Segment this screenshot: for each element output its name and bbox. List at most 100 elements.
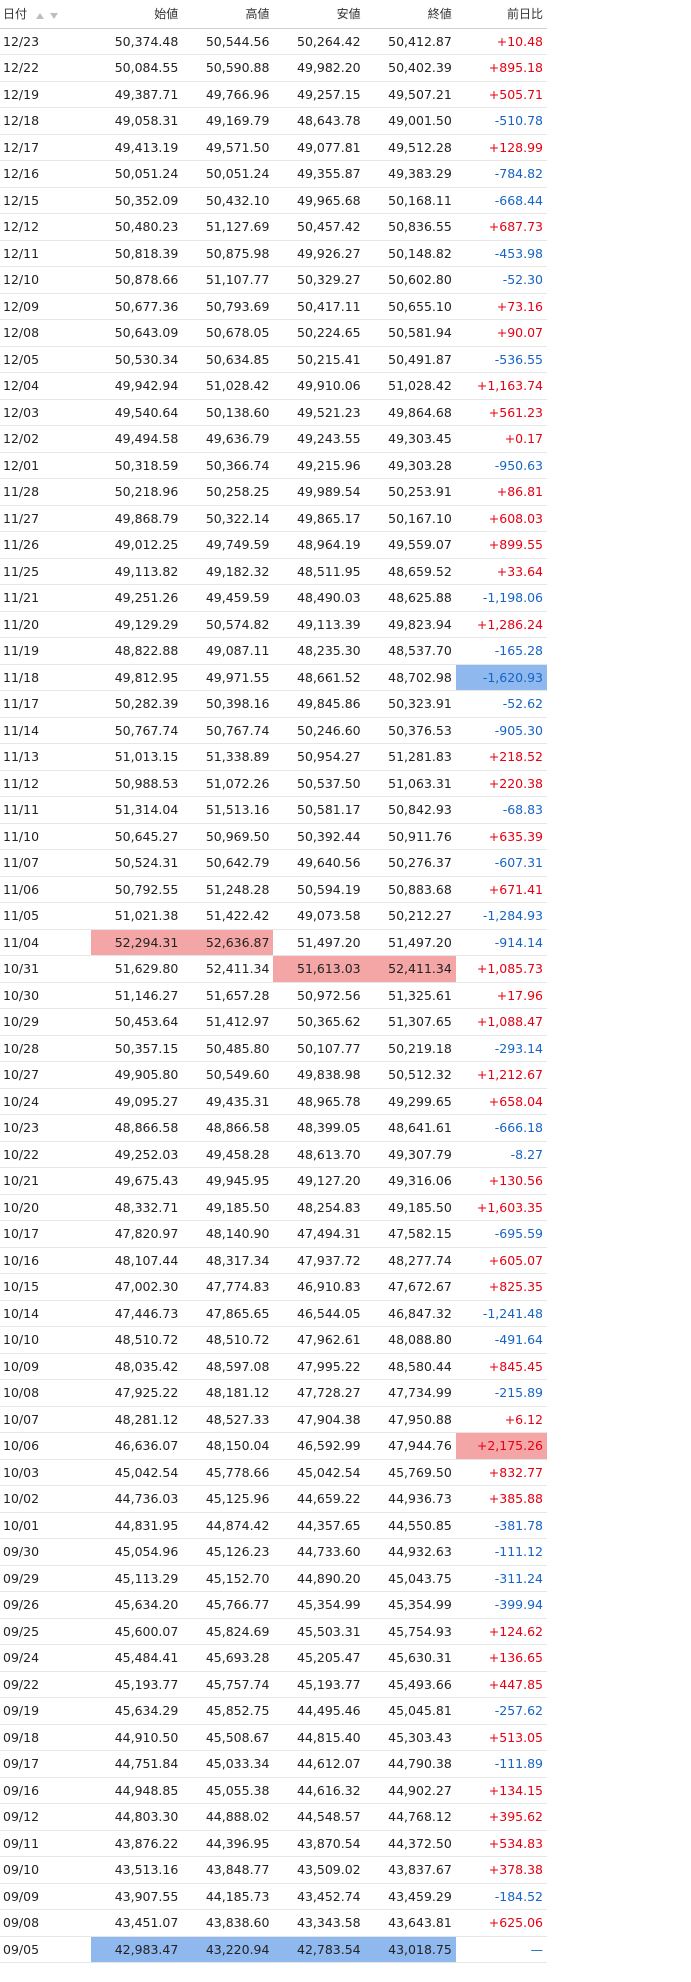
table-row: 10/03 45,042.54 45,778.66 45,042.54 45,769.5… bbox=[0, 1459, 547, 1486]
close-cell: 50,491.87 bbox=[364, 346, 456, 373]
table-row: 11/04 52,294.31 52,636.87 51,497.20 51,497.2… bbox=[0, 929, 547, 956]
high-cell: 50,590.88 bbox=[182, 54, 274, 82]
change-cell: -399.94 bbox=[455, 1591, 547, 1619]
low-cell: 50,264.42 bbox=[273, 28, 365, 55]
change-cell: -257.62 bbox=[455, 1697, 547, 1725]
open-cell: 50,818.39 bbox=[91, 240, 183, 267]
change-cell: +1,603.35 bbox=[455, 1194, 547, 1221]
low-cell: 49,077.81 bbox=[273, 134, 365, 161]
close-cell: 44,936.73 bbox=[364, 1485, 456, 1513]
close-cell: 51,063.31 bbox=[364, 770, 456, 797]
close-cell: 49,512.28 bbox=[364, 134, 456, 161]
change-column-header: 前日比 bbox=[455, 0, 547, 29]
date-cell: 10/10 bbox=[0, 1326, 92, 1354]
table-row: 09/09 43,907.55 44,185.73 43,452.74 43,459.2… bbox=[0, 1883, 547, 1910]
date-cell: 12/05 bbox=[0, 346, 92, 373]
change-cell: +635.39 bbox=[455, 823, 547, 850]
sort-ascending-icon[interactable] bbox=[35, 12, 44, 19]
change-cell: +505.71 bbox=[455, 81, 547, 108]
low-cell: 43,870.54 bbox=[273, 1830, 365, 1857]
date-cell: 12/15 bbox=[0, 187, 92, 214]
open-cell: 50,084.55 bbox=[91, 54, 183, 82]
low-cell: 49,926.27 bbox=[273, 240, 365, 267]
table-row: 11/27 49,868.79 50,322.14 49,865.17 50,167.1… bbox=[0, 505, 547, 532]
high-cell: 49,766.96 bbox=[182, 81, 274, 108]
date-cell: 11/26 bbox=[0, 531, 92, 559]
open-cell: 49,129.29 bbox=[91, 611, 183, 638]
open-cell: 50,480.23 bbox=[91, 213, 183, 241]
table-row: 11/12 50,988.53 51,072.26 50,537.50 51,063.3… bbox=[0, 770, 547, 797]
date-cell: 11/19 bbox=[0, 637, 92, 665]
table-row: 09/17 44,751.84 45,033.34 44,612.07 44,790.3… bbox=[0, 1750, 547, 1778]
sort-toggle[interactable] bbox=[34, 8, 58, 22]
close-cell: 49,307.79 bbox=[364, 1141, 456, 1168]
open-cell: 50,530.34 bbox=[91, 346, 183, 373]
table-row: 10/30 51,146.27 51,657.28 50,972.56 51,325.6… bbox=[0, 982, 547, 1009]
table-row: 09/25 45,600.07 45,824.69 45,503.31 45,754.9… bbox=[0, 1618, 547, 1645]
date-cell: 10/15 bbox=[0, 1273, 92, 1301]
high-cell: 43,848.77 bbox=[182, 1856, 274, 1884]
high-cell: 45,152.70 bbox=[182, 1565, 274, 1592]
change-cell: +658.04 bbox=[455, 1088, 547, 1115]
high-cell: 49,435.31 bbox=[182, 1088, 274, 1115]
sort-descending-icon[interactable] bbox=[49, 12, 58, 19]
table-row: 12/17 49,413.19 49,571.50 49,077.81 49,512.2… bbox=[0, 134, 547, 161]
high-cell: 49,459.59 bbox=[182, 584, 274, 612]
high-cell: 50,432.10 bbox=[182, 187, 274, 214]
close-cell: 50,148.82 bbox=[364, 240, 456, 267]
date-cell: 12/01 bbox=[0, 452, 92, 479]
open-cell: 50,524.31 bbox=[91, 849, 183, 877]
change-cell: +90.07 bbox=[455, 319, 547, 347]
high-cell: 44,185.73 bbox=[182, 1883, 274, 1910]
low-cell: 45,193.77 bbox=[273, 1671, 365, 1698]
date-cell: 10/06 bbox=[0, 1432, 92, 1460]
low-cell: 50,392.44 bbox=[273, 823, 365, 850]
date-cell: 12/12 bbox=[0, 213, 92, 241]
open-cell: 49,942.94 bbox=[91, 372, 183, 400]
change-cell: -914.14 bbox=[455, 929, 547, 956]
table-row: 09/24 45,484.41 45,693.28 45,205.47 45,630.3… bbox=[0, 1644, 547, 1672]
date-column-header[interactable]: 日付 bbox=[0, 0, 92, 29]
date-cell: 10/09 bbox=[0, 1353, 92, 1380]
close-cell: 48,641.61 bbox=[364, 1114, 456, 1142]
change-cell: +625.06 bbox=[455, 1909, 547, 1937]
change-cell: +899.55 bbox=[455, 531, 547, 559]
table-row: 10/17 47,820.97 48,140.90 47,494.31 47,582.1… bbox=[0, 1220, 547, 1248]
high-cell: 50,634.85 bbox=[182, 346, 274, 373]
low-cell: 45,354.99 bbox=[273, 1591, 365, 1619]
low-cell: 44,548.57 bbox=[273, 1803, 365, 1831]
date-cell: 09/12 bbox=[0, 1803, 92, 1831]
date-cell: 10/20 bbox=[0, 1194, 92, 1221]
low-cell: 50,329.27 bbox=[273, 266, 365, 294]
date-cell: 09/05 bbox=[0, 1936, 92, 1963]
open-cell: 45,484.41 bbox=[91, 1644, 183, 1672]
table-row: 12/19 49,387.71 49,766.96 49,257.15 49,507.2… bbox=[0, 81, 547, 108]
close-cell: 50,911.76 bbox=[364, 823, 456, 850]
close-cell: 45,630.31 bbox=[364, 1644, 456, 1672]
high-cell: 43,220.94 bbox=[182, 1936, 274, 1963]
close-cell: 50,168.11 bbox=[364, 187, 456, 214]
close-cell: 50,167.10 bbox=[364, 505, 456, 532]
open-cell: 50,988.53 bbox=[91, 770, 183, 797]
date-cell: 09/17 bbox=[0, 1750, 92, 1778]
change-cell: -536.55 bbox=[455, 346, 547, 373]
low-cell: 49,127.20 bbox=[273, 1167, 365, 1195]
open-cell: 48,822.88 bbox=[91, 637, 183, 665]
date-cell: 09/16 bbox=[0, 1777, 92, 1804]
date-cell: 12/09 bbox=[0, 293, 92, 320]
table-row: 10/07 48,281.12 48,527.33 47,904.38 47,950.8… bbox=[0, 1406, 547, 1433]
close-cell: 51,325.61 bbox=[364, 982, 456, 1009]
change-cell: +895.18 bbox=[455, 54, 547, 82]
high-cell: 47,865.65 bbox=[182, 1300, 274, 1327]
high-cell: 48,140.90 bbox=[182, 1220, 274, 1248]
table-row: 09/22 45,193.77 45,757.74 45,193.77 45,493.6… bbox=[0, 1671, 547, 1698]
open-cell: 50,645.27 bbox=[91, 823, 183, 850]
open-cell: 45,193.77 bbox=[91, 1671, 183, 1698]
high-cell: 50,793.69 bbox=[182, 293, 274, 320]
high-cell: 51,513.16 bbox=[182, 796, 274, 824]
close-cell: 49,823.94 bbox=[364, 611, 456, 638]
change-cell: +6.12 bbox=[455, 1406, 547, 1433]
close-cell: 43,643.81 bbox=[364, 1909, 456, 1937]
open-cell: 50,352.09 bbox=[91, 187, 183, 214]
low-cell: 44,815.40 bbox=[273, 1724, 365, 1751]
